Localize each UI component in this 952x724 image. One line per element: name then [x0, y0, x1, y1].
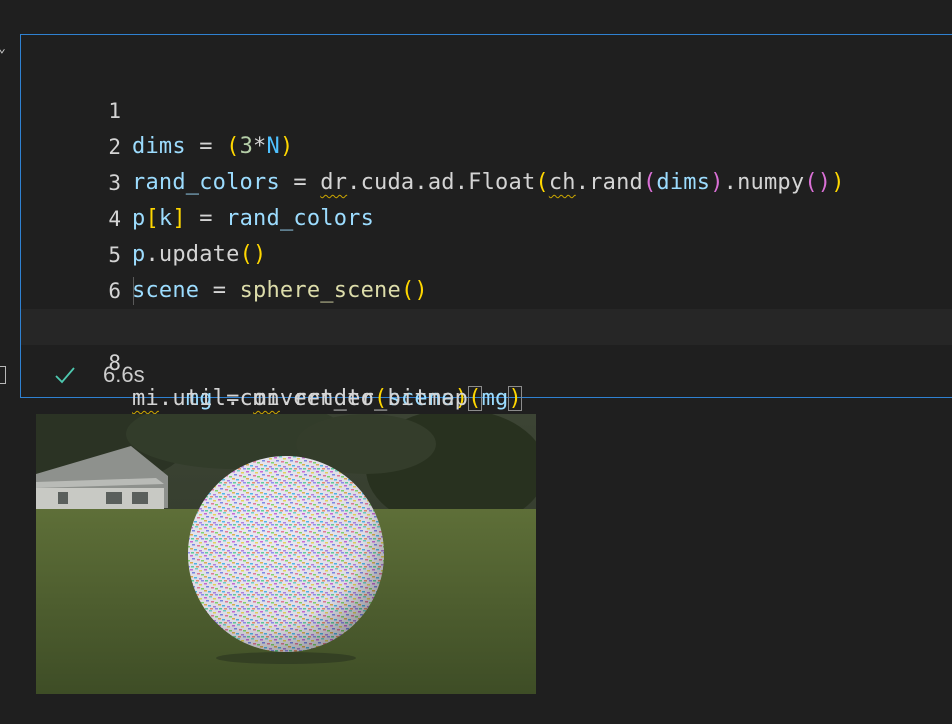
execution-time: 6.6s — [103, 362, 145, 387]
code-line-6[interactable]: 6 with dr.suspend_grad(): — [21, 237, 952, 339]
cell-bracket — [0, 366, 6, 384]
rendered-sphere-image — [36, 414, 536, 694]
code-line-3[interactable]: 3 p[k] = rand_colors — [21, 129, 952, 231]
code-line-5[interactable]: 5 scene = sphere_scene() — [21, 201, 952, 303]
code-line-2[interactable]: 2 rand_colors = dr.cuda.ad.Float(ch.rand… — [21, 93, 952, 195]
indent-guide — [133, 277, 134, 305]
code-editor[interactable]: 1 dims = (3*N) 2 rand_colors = dr.cuda.a… — [21, 57, 952, 411]
code-line-7[interactable]: 7 mg = mi.render(scene) — [21, 273, 952, 411]
collapse-chevron-icon[interactable]: ⌄ — [0, 42, 8, 55]
code-line-4[interactable]: 4 p.update() — [21, 165, 952, 267]
check-icon — [55, 367, 75, 384]
code-text: mi.util.convert_to_bitmap(mg) — [132, 386, 522, 411]
execution-status: 6.6s — [53, 361, 145, 389]
code-line-8[interactable]: 8 mi.util.convert_to_bitmap(mg) — [21, 309, 952, 411]
code-cell[interactable]: 1 dims = (3*N) 2 rand_colors = dr.cuda.a… — [20, 34, 952, 411]
code-line-1[interactable]: 1 dims = (3*N) — [21, 57, 952, 159]
